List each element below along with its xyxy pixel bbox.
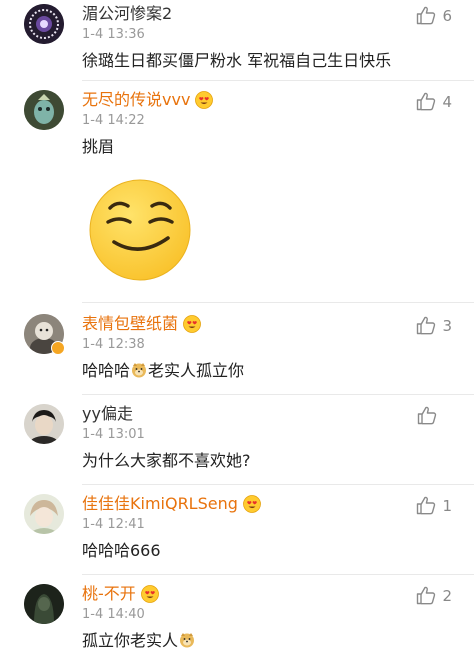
like-count: 2 [442,586,452,605]
avatar[interactable] [24,494,64,534]
commenter-name-text: 佳佳佳KimiQRLSeng [82,494,238,513]
comment-text: 哈哈哈 老实人孤立你 [82,360,244,382]
like-count: 1 [442,496,452,515]
avatar-image [24,404,64,444]
avatar[interactable] [24,584,64,624]
commenter-name-text: 无尽的传说vvv [82,90,191,109]
commenter-name-text: yy偏走 [82,404,133,423]
like-count: 4 [442,92,452,111]
comment-time: 1-4 12:41 [82,517,145,532]
avatar[interactable] [24,404,64,444]
like-button[interactable]: 3 [416,316,452,335]
thumbs-up-icon [417,496,436,515]
commenter-name[interactable]: 桃-不开 [82,584,159,604]
comment-time: 1-4 14:40 [82,607,145,622]
divider [82,80,474,81]
commenter-name[interactable]: 无尽的传说vvv [82,90,214,110]
like-button[interactable]: 1 [416,496,452,515]
like-button[interactable]: 4 [416,92,452,111]
comment-text: 为什么大家都不喜欢她? [82,451,251,470]
comment-time: 1-4 13:01 [82,427,145,442]
avatar[interactable] [24,90,64,130]
commenter-name-text: 湄公河惨案2 [82,4,173,23]
doge-emoji [179,632,195,648]
like-button[interactable] [417,406,452,425]
comment-text: 徐璐生日都买僵尸粉水 军祝福自己生日快乐 [82,51,392,70]
verified-badge-icon [51,341,65,355]
comment-time: 1-4 14:22 [82,113,145,128]
like-count: 6 [442,6,452,25]
thumbs-up-icon [417,92,436,111]
thumbs-up-icon [417,406,437,425]
avatar-image [24,4,64,44]
commenter-name[interactable]: 表情包壁纸菌 [82,314,201,334]
thumbs-up-icon [417,316,436,335]
comment-text: 哈哈哈666 [82,541,161,560]
divider [82,484,474,485]
divider [82,574,474,575]
heart-eyes-badge-icon [195,91,214,109]
comment-text: 挑眉 [82,137,115,156]
commenter-name[interactable]: 湄公河惨案2 [82,4,172,24]
comment-time: 1-4 13:36 [82,27,145,42]
like-button[interactable]: 6 [416,6,452,25]
commenter-name[interactable]: 佳佳佳KimiQRLSeng [82,494,261,514]
avatar-image [24,90,64,130]
commenter-name-text: 桃-不开 [82,584,136,603]
heart-eyes-badge-icon [183,315,201,333]
thumbs-up-icon [417,6,436,25]
like-button[interactable]: 2 [416,586,452,605]
smirk-emoji [88,178,192,282]
comment-text: 孤立你老实人 [82,630,196,652]
doge-emoji [131,362,147,378]
comment-time: 1-4 12:38 [82,337,145,352]
avatar-image [24,494,64,534]
comment-text-part: 孤立你老实人 [82,631,179,650]
commenter-name-text: 表情包壁纸菌 [82,314,179,333]
like-count: 3 [442,316,452,335]
divider [82,394,474,395]
avatar[interactable] [24,4,64,44]
heart-eyes-badge-icon [140,585,159,603]
comment-text-part: 老实人孤立你 [148,361,245,380]
divider [82,302,474,303]
heart-eyes-badge-icon [243,495,261,513]
avatar-image [24,584,64,624]
comment-text-part: 哈哈哈 [82,361,131,380]
thumbs-up-icon [417,586,436,605]
commenter-name[interactable]: yy偏走 [82,404,133,424]
